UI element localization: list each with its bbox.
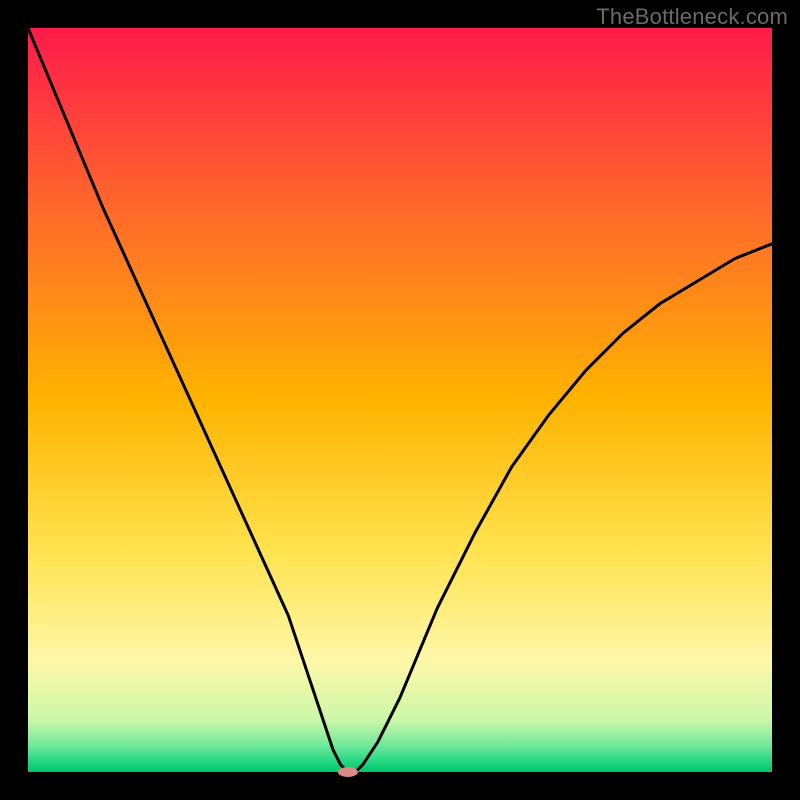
chart-frame: TheBottleneck.com [0,0,800,800]
watermark-text: TheBottleneck.com [596,4,788,30]
bottleneck-chart [0,0,800,800]
minimum-marker [338,767,358,777]
plot-background [28,28,772,772]
